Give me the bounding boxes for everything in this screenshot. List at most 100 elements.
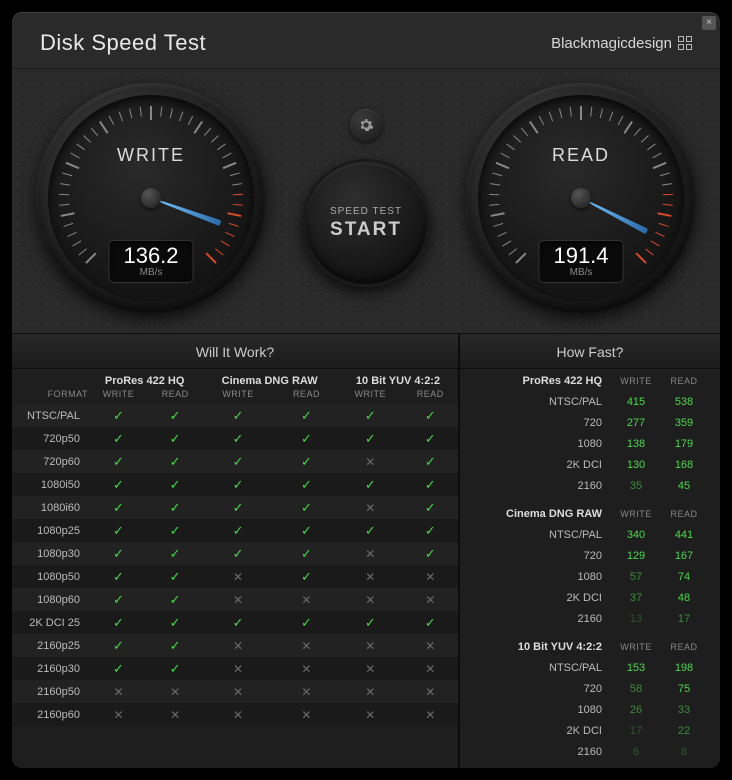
- check-icon: ✓: [170, 569, 181, 584]
- subcol-header: WRITE: [201, 387, 275, 404]
- x-cell: ✕: [201, 588, 275, 611]
- fast-row: NTSC/PAL 415 538: [460, 391, 720, 412]
- x-cell: ✕: [338, 680, 403, 703]
- x-icon: ✕: [425, 639, 435, 653]
- fast-row: 2K DCI 130 168: [460, 454, 720, 475]
- x-cell: ✕: [403, 565, 458, 588]
- check-icon: ✓: [365, 477, 376, 492]
- check-icon: ✓: [233, 546, 244, 561]
- format-label: 1080i60: [12, 496, 88, 519]
- check-icon: ✓: [233, 615, 244, 630]
- x-cell: ✕: [403, 657, 458, 680]
- check-cell: ✓: [201, 542, 275, 565]
- x-cell: ✕: [275, 680, 338, 703]
- table-row: 1080p25✓✓✓✓✓✓: [12, 519, 458, 542]
- will-it-work-panel: Will It Work? ProRes 422 HQCinema DNG RA…: [12, 334, 458, 768]
- fast-read-value: 17: [660, 613, 708, 625]
- check-cell: ✓: [149, 473, 201, 496]
- check-cell: ✓: [88, 542, 149, 565]
- subcol-header: READ: [403, 387, 458, 404]
- format-label: 2K DCI 25: [12, 611, 88, 634]
- fast-read-value: 198: [660, 662, 708, 674]
- read-unit: MB/s: [553, 267, 608, 279]
- check-cell: ✓: [338, 611, 403, 634]
- check-cell: ✓: [201, 611, 275, 634]
- x-cell: ✕: [275, 703, 338, 726]
- table-row: 720p50✓✓✓✓✓✓: [12, 427, 458, 450]
- fast-write-value: 277: [612, 417, 660, 429]
- start-small-label: SPEED TEST: [330, 206, 402, 217]
- check-cell: ✓: [149, 611, 201, 634]
- check-cell: ✓: [275, 427, 338, 450]
- brand-logo: Blackmagicdesign: [551, 35, 692, 52]
- x-icon: ✕: [170, 708, 180, 722]
- write-gauge: WRITE 136.2 MB/s: [36, 83, 266, 313]
- fast-col-write: WRITE: [612, 376, 660, 386]
- check-cell: ✓: [403, 450, 458, 473]
- check-cell: ✓: [201, 496, 275, 519]
- check-cell: ✓: [275, 611, 338, 634]
- x-cell: ✕: [275, 657, 338, 680]
- x-icon: ✕: [301, 593, 311, 607]
- check-icon: ✓: [301, 523, 312, 538]
- check-icon: ✓: [170, 477, 181, 492]
- fast-row: NTSC/PAL 153 198: [460, 657, 720, 678]
- fast-write-value: 37: [612, 592, 660, 604]
- check-icon: ✓: [113, 661, 124, 676]
- fast-write-value: 57: [612, 571, 660, 583]
- check-icon: ✓: [113, 408, 124, 423]
- fast-row: 720 58 75: [460, 678, 720, 699]
- x-cell: ✕: [338, 634, 403, 657]
- subcol-header: WRITE: [88, 387, 149, 404]
- x-cell: ✕: [149, 703, 201, 726]
- check-cell: ✓: [149, 565, 201, 588]
- table-row: NTSC/PAL✓✓✓✓✓✓: [12, 404, 458, 427]
- check-cell: ✓: [201, 473, 275, 496]
- app-title: Disk Speed Test: [40, 30, 206, 56]
- x-cell: ✕: [338, 450, 403, 473]
- check-cell: ✓: [275, 473, 338, 496]
- codec-header: Cinema DNG RAW: [201, 369, 338, 387]
- check-cell: ✓: [338, 473, 403, 496]
- subcol-header: READ: [275, 387, 338, 404]
- fast-write-value: 13: [612, 613, 660, 625]
- x-cell: ✕: [338, 588, 403, 611]
- fast-read-value: 538: [660, 396, 708, 408]
- fast-read-value: 168: [660, 459, 708, 471]
- table-row: 1080p50✓✓✕✓✕✕: [12, 565, 458, 588]
- fast-res-label: 2160: [460, 480, 612, 492]
- settings-button[interactable]: [350, 109, 382, 141]
- check-cell: ✓: [149, 450, 201, 473]
- check-icon: ✓: [301, 500, 312, 515]
- fast-res-label: 2160: [460, 613, 612, 625]
- check-cell: ✓: [403, 519, 458, 542]
- x-icon: ✕: [425, 593, 435, 607]
- read-gauge-label: READ: [466, 145, 696, 166]
- x-icon: ✕: [365, 501, 375, 515]
- x-icon: ✕: [301, 662, 311, 676]
- x-icon: ✕: [365, 685, 375, 699]
- fast-row: NTSC/PAL 340 441: [460, 524, 720, 545]
- fast-read-value: 179: [660, 438, 708, 450]
- start-button[interactable]: SPEED TEST START: [302, 159, 430, 287]
- check-cell: ✓: [275, 565, 338, 588]
- x-cell: ✕: [201, 657, 275, 680]
- check-icon: ✓: [113, 546, 124, 561]
- write-hub: [141, 188, 161, 208]
- x-icon: ✕: [365, 570, 375, 584]
- fast-write-value: 130: [612, 459, 660, 471]
- x-cell: ✕: [338, 657, 403, 680]
- x-icon: ✕: [233, 708, 243, 722]
- close-button[interactable]: ×: [702, 16, 716, 30]
- check-icon: ✓: [170, 592, 181, 607]
- x-icon: ✕: [113, 708, 123, 722]
- fast-write-value: 17: [612, 725, 660, 737]
- fast-read-value: 45: [660, 480, 708, 492]
- codec-header: ProRes 422 HQ: [88, 369, 201, 387]
- check-icon: ✓: [113, 454, 124, 469]
- fast-read-value: 48: [660, 592, 708, 604]
- check-icon: ✓: [301, 454, 312, 469]
- fast-codec-label: 10 Bit YUV 4:2:2: [460, 641, 612, 653]
- app-window: × Disk Speed Test Blackmagicdesign WRITE…: [12, 12, 720, 768]
- check-cell: ✓: [275, 404, 338, 427]
